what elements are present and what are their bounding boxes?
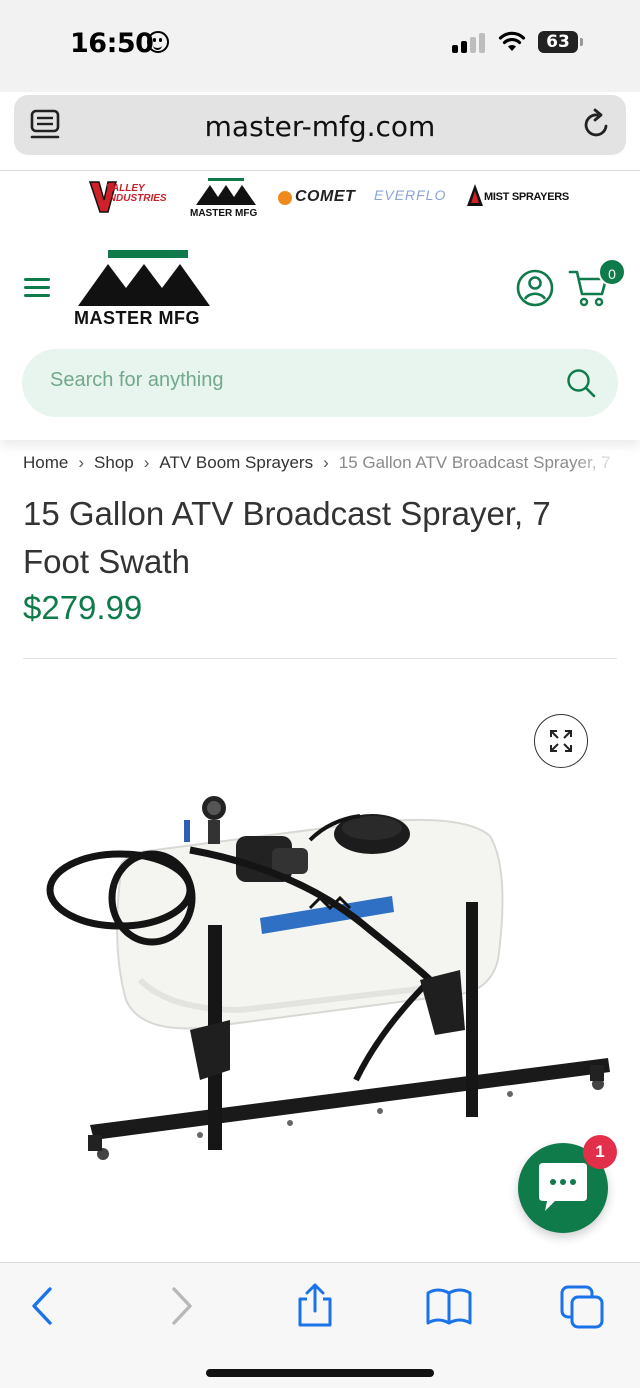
- chevron-right-icon: ›: [78, 453, 85, 472]
- mist-flag-icon: [467, 184, 483, 206]
- cellular-signal-icon: [452, 33, 488, 53]
- back-icon[interactable]: [18, 1283, 68, 1329]
- brand-mist-text: MIST SPRAYERS: [484, 191, 569, 203]
- brand-logo-master[interactable]: MASTER MFG: [190, 177, 264, 221]
- brand-logo-comet[interactable]: COMET: [278, 187, 364, 209]
- master-mini-logo-icon: [196, 178, 256, 205]
- chat-unread-badge: 1: [583, 1135, 617, 1169]
- brand-logo-everflo[interactable]: EVERFLO: [374, 185, 456, 207]
- search-input[interactable]: [50, 369, 550, 392]
- account-icon[interactable]: [516, 269, 554, 307]
- search-bar[interactable]: [22, 349, 618, 417]
- master-mfg-logo-icon[interactable]: [74, 248, 216, 354]
- product-title: 15 Gallon ATV Broadcast Sprayer, 7 Foot …: [23, 495, 551, 580]
- logo-text: MASTER MFG: [74, 308, 200, 328]
- brand-master-text: MASTER MFG: [190, 208, 258, 219]
- breadcrumb: Home › Shop › ATV Boom Sprayers › 15 Gallon AT…: [23, 453, 623, 477]
- brand-logo-valley[interactable]: VALLEY INDUSTRIES: [88, 180, 178, 214]
- chevron-right-icon: ›: [323, 453, 329, 472]
- breadcrumb-atv-boom-sprayers[interactable]: ATV Boom Sprayers: [159, 453, 313, 472]
- cart-count-badge[interactable]: 0: [598, 258, 626, 286]
- focus-mode-icon: [147, 31, 169, 53]
- tabs-overview-icon[interactable]: [558, 1283, 608, 1329]
- battery-indicator: 63: [538, 31, 578, 53]
- brand-strip: VALLEY INDUSTRIES MASTER MFG COMET EVERF…: [0, 171, 640, 227]
- share-icon[interactable]: [290, 1283, 340, 1329]
- wifi-icon: [498, 31, 526, 51]
- battery-cap: [580, 38, 583, 46]
- breadcrumb-current: 15 Gallon ATV Broadcast Sprayer, 7: [338, 453, 611, 472]
- brand-valley-text: VALLEY INDUSTRIES: [106, 183, 167, 204]
- product-image[interactable]: [40, 780, 620, 1180]
- chat-icon: [539, 1163, 587, 1211]
- status-bar: 16:50 63 master-mfg.com: [0, 0, 640, 155]
- site-header: MASTER MFG 0: [0, 228, 640, 440]
- brand-logo-mist[interactable]: MIST SPRAYERS: [466, 183, 569, 209]
- breadcrumb-home[interactable]: Home: [23, 453, 68, 472]
- reload-icon[interactable]: [582, 108, 612, 140]
- bookmarks-icon[interactable]: [424, 1283, 474, 1329]
- address-bar[interactable]: master-mfg.com: [14, 95, 626, 155]
- home-indicator: [206, 1369, 434, 1377]
- breadcrumb-shop[interactable]: Shop: [94, 453, 134, 472]
- brand-comet-text: COMET: [295, 188, 356, 205]
- status-time: 16:50: [70, 28, 154, 59]
- divider: [23, 658, 617, 659]
- expand-icon: [550, 730, 572, 752]
- product-price: $279.99: [23, 589, 143, 626]
- breadcrumb-fade: [573, 450, 623, 480]
- url-text[interactable]: master-mfg.com: [14, 110, 626, 143]
- zoom-button[interactable]: [534, 714, 588, 768]
- comet-dot-icon: [278, 191, 292, 205]
- search-icon[interactable]: [566, 368, 596, 398]
- menu-icon[interactable]: [24, 278, 50, 298]
- chevron-right-icon: ›: [143, 453, 150, 472]
- battery-percent: 63: [546, 32, 570, 52]
- brand-everflo-text: EVERFLO: [374, 187, 447, 203]
- forward-icon[interactable]: [156, 1283, 206, 1329]
